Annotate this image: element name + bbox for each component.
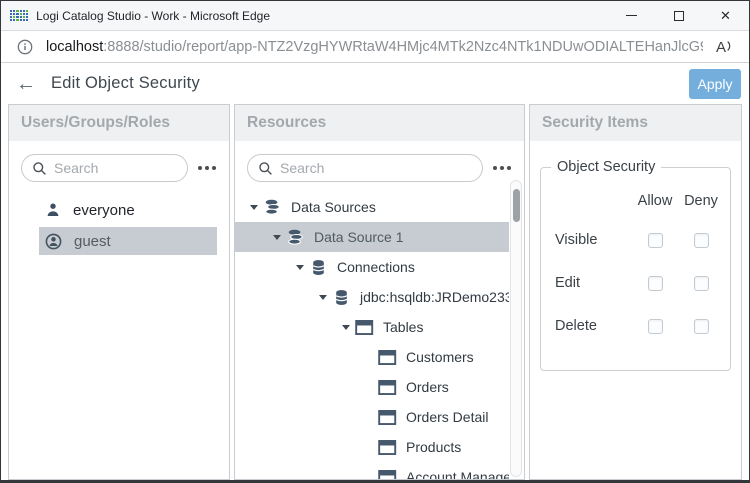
minimize-button[interactable] <box>608 1 655 30</box>
apply-button[interactable]: Apply <box>689 68 741 99</box>
resources-panel: Resources Data Sources Data Source 1 <box>234 104 525 480</box>
users-search-input[interactable] <box>54 160 179 176</box>
tree-item-customers[interactable]: Customers <box>235 342 509 372</box>
search-icon <box>258 161 273 176</box>
read-aloud-icon: A <box>715 38 726 56</box>
tree-item-data-sources[interactable]: Data Sources <box>235 192 509 222</box>
window-title: Logi Catalog Studio - Work - Microsoft E… <box>36 8 271 23</box>
security-items-panel: Security Items Object Security Allow Den… <box>529 104 742 480</box>
maximize-button[interactable] <box>655 1 702 30</box>
object-security-group: Object Security Allow Deny Visible Edit … <box>540 159 731 371</box>
browser-window: Logi Catalog Studio - Work - Microsoft E… <box>0 0 750 483</box>
minimize-icon <box>626 14 637 17</box>
object-security-grid: Allow Deny Visible Edit Delete <box>541 175 730 348</box>
edit-allow-checkbox[interactable] <box>647 276 663 291</box>
window-controls: ✕ <box>608 1 749 30</box>
search-icon <box>32 161 47 176</box>
tree-item-tables[interactable]: Tables <box>235 312 509 342</box>
tree-item-orders[interactable]: Orders <box>235 372 509 402</box>
expand-caret-icon[interactable] <box>318 294 327 300</box>
tree-item-connections[interactable]: Connections <box>235 252 509 282</box>
expand-caret-icon[interactable] <box>272 234 281 240</box>
users-panel: Users/Groups/Roles everyone guest <box>8 104 230 480</box>
expand-caret-icon[interactable] <box>341 324 350 330</box>
users-list: everyone guest <box>9 196 229 258</box>
tree-item-orders-detail[interactable]: Orders Detail <box>235 402 509 432</box>
table-icon <box>378 349 397 366</box>
users-search-box[interactable] <box>21 154 188 182</box>
resources-panel-title: Resources <box>235 105 524 141</box>
edit-deny-checkbox[interactable] <box>693 276 709 291</box>
scrollbar[interactable] <box>510 180 522 477</box>
visible-allow-checkbox[interactable] <box>647 233 663 248</box>
resources-search-input[interactable] <box>280 160 474 176</box>
tree-item-products[interactable]: Products <box>235 432 509 462</box>
titlebar: Logi Catalog Studio - Work - Microsoft E… <box>1 1 749 31</box>
user-item-label: everyone <box>73 201 135 219</box>
user-item-everyone[interactable]: everyone <box>39 196 217 224</box>
app-header: ← Edit Object Security Apply <box>1 63 749 104</box>
tree-item-jdbc-hsqldb-jrdemo2330[interactable]: jdbc:hsqldb:JRDemo2330 <box>235 282 509 312</box>
resources-tree: Data Sources Data Source 1 Connections j… <box>235 192 509 479</box>
site-info-icon[interactable] <box>17 39 33 55</box>
database-icon <box>332 289 351 306</box>
user-item-guest[interactable]: guest <box>39 227 217 255</box>
table-icon <box>355 319 374 336</box>
tree-item-account-managers[interactable]: Account Managers <box>235 462 509 479</box>
url-path: :8888/studio/report/app-NTZ2VzgHYWRtaW4H… <box>103 38 703 55</box>
stacked-databases-icon <box>263 199 282 216</box>
deny-column-header: Deny <box>684 193 718 209</box>
panels-container: Users/Groups/Roles everyone guest <box>1 104 749 480</box>
logi-logo-icon <box>10 9 29 22</box>
page-title: Edit Object Security <box>51 74 200 92</box>
expand-caret-icon[interactable] <box>249 204 258 210</box>
delete-allow-checkbox[interactable] <box>647 319 663 334</box>
url-text[interactable]: localhost:8888/studio/report/app-NTZ2Vzg… <box>46 39 703 55</box>
url-host: localhost <box>46 38 104 55</box>
read-aloud-button[interactable]: A <box>716 39 733 55</box>
database-icon <box>309 259 328 276</box>
users-search-row <box>21 154 221 182</box>
table-icon <box>378 379 397 396</box>
user-icon <box>45 202 61 218</box>
close-icon: ✕ <box>720 8 731 23</box>
maximize-icon <box>673 10 684 21</box>
resources-search-box[interactable] <box>247 154 483 182</box>
users-more-options-icon[interactable] <box>193 160 221 176</box>
security-panel-title: Security Items <box>530 105 741 141</box>
object-security-legend: Object Security <box>557 159 656 175</box>
tree-item-data-source-1[interactable]: Data Source 1 <box>235 222 509 252</box>
visible-deny-checkbox[interactable] <box>693 233 709 248</box>
close-button[interactable]: ✕ <box>702 1 749 30</box>
table-icon <box>378 469 397 480</box>
expand-caret-icon[interactable] <box>295 264 304 270</box>
table-icon <box>378 409 397 426</box>
users-panel-title: Users/Groups/Roles <box>9 105 229 141</box>
allow-column-header: Allow <box>637 193 673 209</box>
delete-deny-checkbox[interactable] <box>693 319 709 334</box>
address-bar[interactable]: localhost:8888/studio/report/app-NTZ2Vzg… <box>1 31 749 63</box>
guest-icon <box>45 233 62 250</box>
sound-wave-icon <box>727 40 731 51</box>
scrollbar-thumb[interactable] <box>512 189 520 222</box>
visible-row-label: Visible <box>555 232 598 248</box>
back-button[interactable]: ← <box>16 74 36 94</box>
edit-row-label: Edit <box>555 275 580 291</box>
delete-row-label: Delete <box>555 318 597 334</box>
table-icon <box>378 439 397 456</box>
user-item-label: guest <box>74 232 111 250</box>
resources-more-options-icon[interactable] <box>488 160 516 176</box>
stacked-databases-icon <box>286 229 305 246</box>
resources-search-row <box>247 154 516 182</box>
